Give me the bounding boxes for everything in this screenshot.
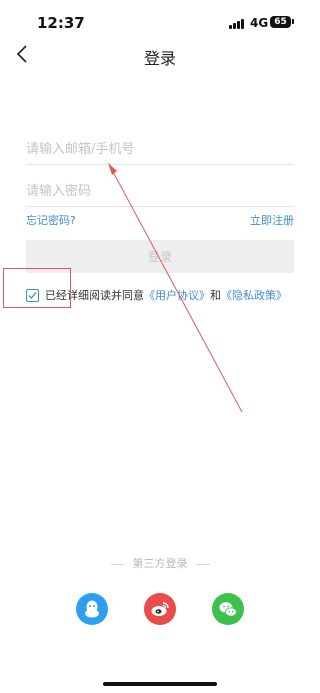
register-link[interactable]: 立即注册: [250, 212, 294, 228]
battery-tip: [292, 19, 294, 24]
annotation-arrow: [108, 163, 243, 413]
signal-icon: [229, 18, 247, 29]
battery-icon: 65: [270, 16, 291, 28]
privacy-policy-link[interactable]: 《隐私政策》: [221, 287, 287, 303]
nav-bar: 登录: [0, 36, 320, 72]
agreement-conjunction: 和: [210, 289, 221, 302]
qq-login-button[interactable]: [76, 593, 108, 625]
user-agreement-link[interactable]: 《用户协议》: [144, 287, 210, 303]
email-phone-input[interactable]: [26, 134, 294, 165]
third-party-title: 第三方登录: [0, 555, 320, 571]
third-party-label: 第三方登录: [132, 557, 188, 570]
page-title: 登录: [143, 49, 176, 68]
network-type: 4G: [250, 16, 269, 30]
status-time: 12:37: [37, 14, 85, 32]
divider: [110, 563, 125, 565]
annotation-highlight-box: [3, 268, 71, 308]
qq-icon: [85, 600, 99, 618]
password-input[interactable]: [26, 176, 294, 207]
wechat-login-button[interactable]: [212, 593, 244, 625]
weibo-icon: [151, 602, 169, 616]
wechat-icon: [219, 601, 237, 617]
forgot-password-link[interactable]: 忘记密码?: [26, 212, 76, 228]
weibo-login-button[interactable]: [144, 593, 176, 625]
home-indicator: [103, 682, 217, 686]
divider: [195, 563, 210, 565]
